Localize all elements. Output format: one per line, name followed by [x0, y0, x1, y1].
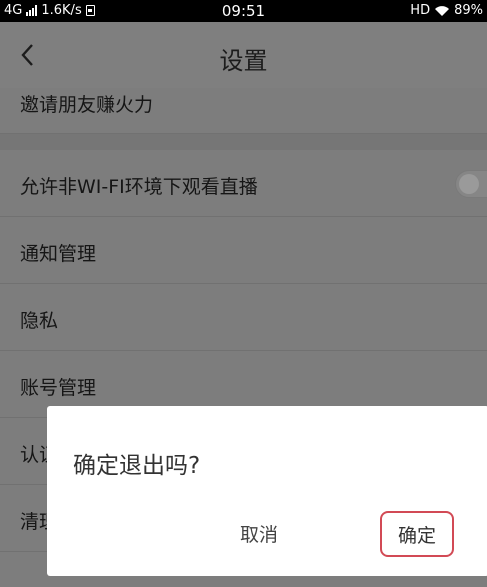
status-bar: 4G 1.6K/s 09:51 HD 89%	[0, 0, 487, 22]
wifi-icon	[435, 5, 450, 16]
settings-item-privacy[interactable]: 隐私	[0, 284, 487, 351]
hd-indicator: HD	[410, 3, 431, 18]
cancel-button[interactable]: 取消	[240, 520, 278, 547]
wifi-live-toggle[interactable]	[455, 170, 487, 198]
dialog-message: 确定退出吗?	[73, 453, 201, 479]
status-right: HD 89%	[410, 3, 483, 18]
page-title: 设置	[219, 47, 268, 75]
settings-item-wifi-live[interactable]: 允许非WI-FI环境下观看直播	[0, 150, 487, 217]
confirm-button[interactable]: 确定	[380, 511, 454, 557]
settings-item-label: 账号管理	[20, 377, 97, 399]
settings-item-invite[interactable]: 邀请朋友赚火力	[0, 88, 487, 134]
header: 设置	[0, 22, 487, 88]
settings-item-label: 隐私	[20, 310, 59, 332]
settings-item-label: 允许非WI-FI环境下观看直播	[20, 176, 258, 198]
section-divider	[0, 134, 487, 150]
settings-item-label: 通知管理	[20, 243, 97, 265]
battery-level: 89%	[454, 3, 483, 18]
settings-item-label: 邀请朋友赚火力	[20, 94, 154, 116]
settings-item-notifications[interactable]: 通知管理	[0, 217, 487, 284]
logout-dialog: 确定退出吗? 取消 确定	[47, 406, 487, 576]
